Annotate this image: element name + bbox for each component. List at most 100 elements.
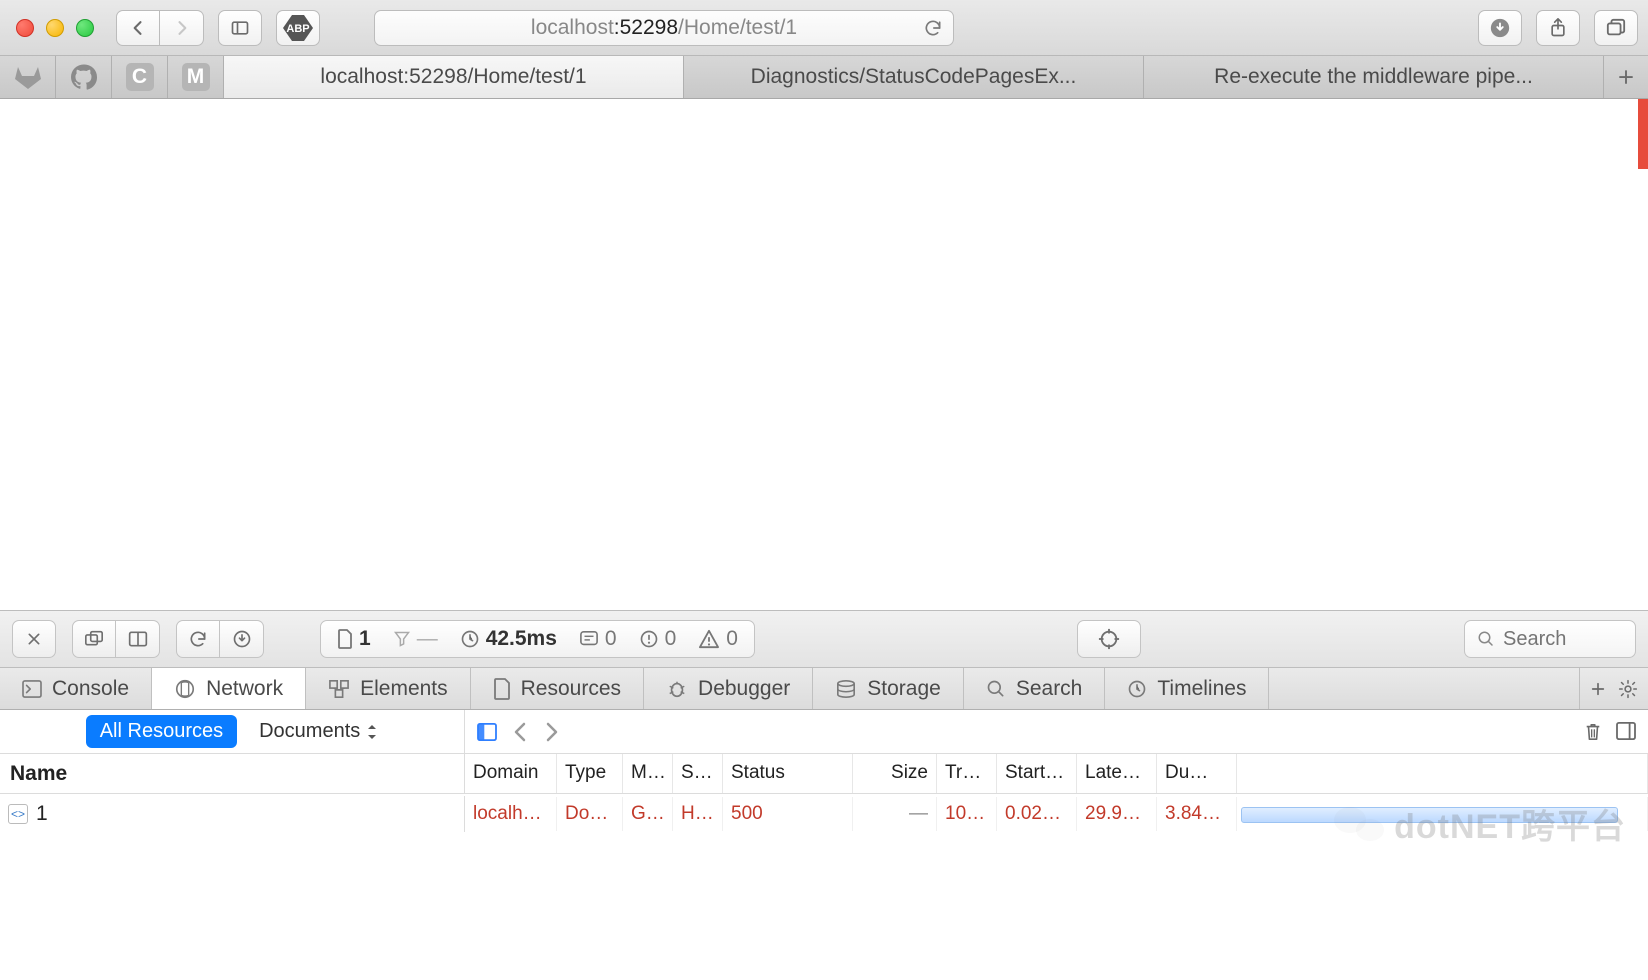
col-header-duration[interactable]: Du… bbox=[1157, 754, 1237, 793]
chevron-right-icon bbox=[545, 722, 559, 742]
col-header-name[interactable]: Name bbox=[0, 754, 465, 793]
zoom-window-button[interactable] bbox=[76, 19, 94, 37]
error-triangle-icon bbox=[698, 629, 720, 649]
cell-type: Doc… bbox=[557, 797, 623, 831]
col-header-size[interactable]: Size bbox=[853, 754, 937, 793]
tab-label: Re-execute the middleware pipe... bbox=[1214, 65, 1533, 89]
adblock-button[interactable]: ABP bbox=[276, 10, 320, 46]
downloads-button[interactable] bbox=[1478, 10, 1522, 46]
page-viewport bbox=[0, 99, 1648, 610]
cell-size: — bbox=[853, 797, 937, 831]
prev-request-button[interactable] bbox=[513, 722, 527, 742]
add-tab-button[interactable] bbox=[1590, 681, 1606, 697]
pinned-tab-m[interactable]: M bbox=[168, 56, 224, 98]
documents-dropdown[interactable]: Documents bbox=[259, 720, 378, 743]
network-table-row[interactable]: <> 1 localh… Doc… G… H… 500 — 10… 0.02… … bbox=[0, 794, 1648, 834]
elements-icon bbox=[328, 679, 350, 699]
close-devtools-button[interactable] bbox=[12, 620, 56, 658]
abp-shield-icon: ABP bbox=[283, 15, 313, 41]
filter-toggle[interactable]: — bbox=[393, 627, 438, 651]
reload-button[interactable] bbox=[923, 18, 943, 38]
console-logs-count[interactable]: 0 bbox=[579, 627, 617, 651]
plus-icon bbox=[1617, 68, 1635, 86]
tab-label: Diagnostics/StatusCodePagesEx... bbox=[751, 65, 1077, 89]
console-icon bbox=[22, 680, 42, 698]
cell-duration: 3.84… bbox=[1157, 797, 1237, 831]
new-tab-button[interactable] bbox=[1604, 56, 1648, 98]
devtools-search[interactable] bbox=[1464, 620, 1636, 658]
element-picker-button[interactable] bbox=[1077, 620, 1141, 658]
tab-0[interactable]: localhost:52298/Home/test/1 bbox=[224, 56, 684, 98]
load-time: 42.5ms bbox=[460, 627, 557, 651]
address-bar[interactable]: localhost:52298/Home/test/1 bbox=[374, 10, 954, 46]
devtools-toolbar: 1 — 42.5ms 0 0 0 bbox=[0, 610, 1648, 668]
devtab-network[interactable]: Network bbox=[152, 668, 306, 709]
window-controls bbox=[16, 19, 94, 37]
col-header-status[interactable]: Status bbox=[723, 754, 853, 793]
col-header-method[interactable]: M… bbox=[623, 754, 673, 793]
document-type-icon: <> bbox=[8, 804, 28, 824]
letter-m-icon: M bbox=[182, 63, 210, 91]
search-input[interactable] bbox=[1503, 628, 1613, 651]
open-tabs: localhost:52298/Home/test/1 Diagnostics/… bbox=[224, 56, 1604, 98]
next-request-button[interactable] bbox=[545, 722, 559, 742]
network-right-controls bbox=[465, 722, 1648, 742]
pinned-tab-gitlab[interactable] bbox=[0, 56, 56, 98]
scroll-indicator[interactable] bbox=[1638, 99, 1648, 169]
x-icon bbox=[26, 631, 42, 647]
devtab-resources[interactable]: Resources bbox=[471, 668, 644, 709]
col-header-latency[interactable]: Late… bbox=[1077, 754, 1157, 793]
sidebar-icon bbox=[230, 18, 250, 38]
devtab-debugger[interactable]: Debugger bbox=[644, 668, 813, 709]
share-icon bbox=[1548, 17, 1568, 39]
resources-icon bbox=[493, 678, 511, 700]
cell-timeline-bar bbox=[1237, 797, 1648, 831]
sidebar-toggle-button[interactable] bbox=[218, 10, 262, 46]
all-resources-chip[interactable]: All Resources bbox=[86, 715, 237, 748]
cell-start: 0.02… bbox=[997, 797, 1077, 831]
toggle-details-pane[interactable] bbox=[477, 723, 497, 741]
documents-label: Documents bbox=[259, 720, 360, 743]
close-window-button[interactable] bbox=[16, 19, 34, 37]
network-icon bbox=[174, 678, 196, 700]
console-errors-count[interactable]: 0 bbox=[698, 627, 738, 651]
clear-button[interactable] bbox=[1584, 722, 1602, 742]
devtab-timelines[interactable]: Timelines bbox=[1105, 668, 1269, 709]
col-header-timeline[interactable] bbox=[1237, 754, 1648, 793]
col-header-start[interactable]: Start… bbox=[997, 754, 1077, 793]
devtab-console[interactable]: Console bbox=[0, 668, 152, 709]
pinned-tab-c[interactable]: C bbox=[112, 56, 168, 98]
back-button[interactable] bbox=[116, 10, 160, 46]
toggle-right-pane[interactable] bbox=[1616, 722, 1636, 742]
settings-button[interactable] bbox=[1618, 679, 1638, 699]
tab-2[interactable]: Re-execute the middleware pipe... bbox=[1144, 56, 1604, 98]
devtools-tabstrip: Console Network Elements Resources Debug… bbox=[0, 668, 1648, 710]
tab-1[interactable]: Diagnostics/StatusCodePagesEx... bbox=[684, 56, 1144, 98]
pinned-tab-github[interactable] bbox=[56, 56, 112, 98]
col-header-type[interactable]: Type bbox=[557, 754, 623, 793]
reload-ignore-cache-button[interactable] bbox=[176, 620, 220, 658]
forward-button[interactable] bbox=[160, 10, 204, 46]
devtab-search[interactable]: Search bbox=[964, 668, 1106, 709]
devtab-storage[interactable]: Storage bbox=[813, 668, 964, 709]
network-table-header: Name Domain Type M… S… Status Size Tra… … bbox=[0, 754, 1648, 794]
browser-titlebar: ABP localhost:52298/Home/test/1 bbox=[0, 0, 1648, 56]
tabs-overview-button[interactable] bbox=[1594, 10, 1638, 46]
col-header-transferred[interactable]: Tra… bbox=[937, 754, 997, 793]
network-filter-bar: All Resources Documents bbox=[0, 710, 1648, 754]
console-warnings-count[interactable]: 0 bbox=[639, 627, 677, 651]
cell-method: G… bbox=[623, 797, 673, 831]
col-header-domain[interactable]: Domain bbox=[465, 754, 557, 793]
devtab-elements[interactable]: Elements bbox=[306, 668, 471, 709]
reload-download-group bbox=[176, 620, 264, 658]
dock-side-button[interactable] bbox=[116, 620, 160, 658]
dock-side-icon bbox=[128, 630, 148, 648]
minimize-window-button[interactable] bbox=[46, 19, 64, 37]
share-button[interactable] bbox=[1536, 10, 1580, 46]
col-header-scheme[interactable]: S… bbox=[673, 754, 723, 793]
download-har-button[interactable] bbox=[220, 620, 264, 658]
updown-icon bbox=[366, 723, 378, 741]
dock-undock-button[interactable] bbox=[72, 620, 116, 658]
search-icon bbox=[1477, 630, 1495, 648]
plus-icon bbox=[1590, 681, 1606, 697]
